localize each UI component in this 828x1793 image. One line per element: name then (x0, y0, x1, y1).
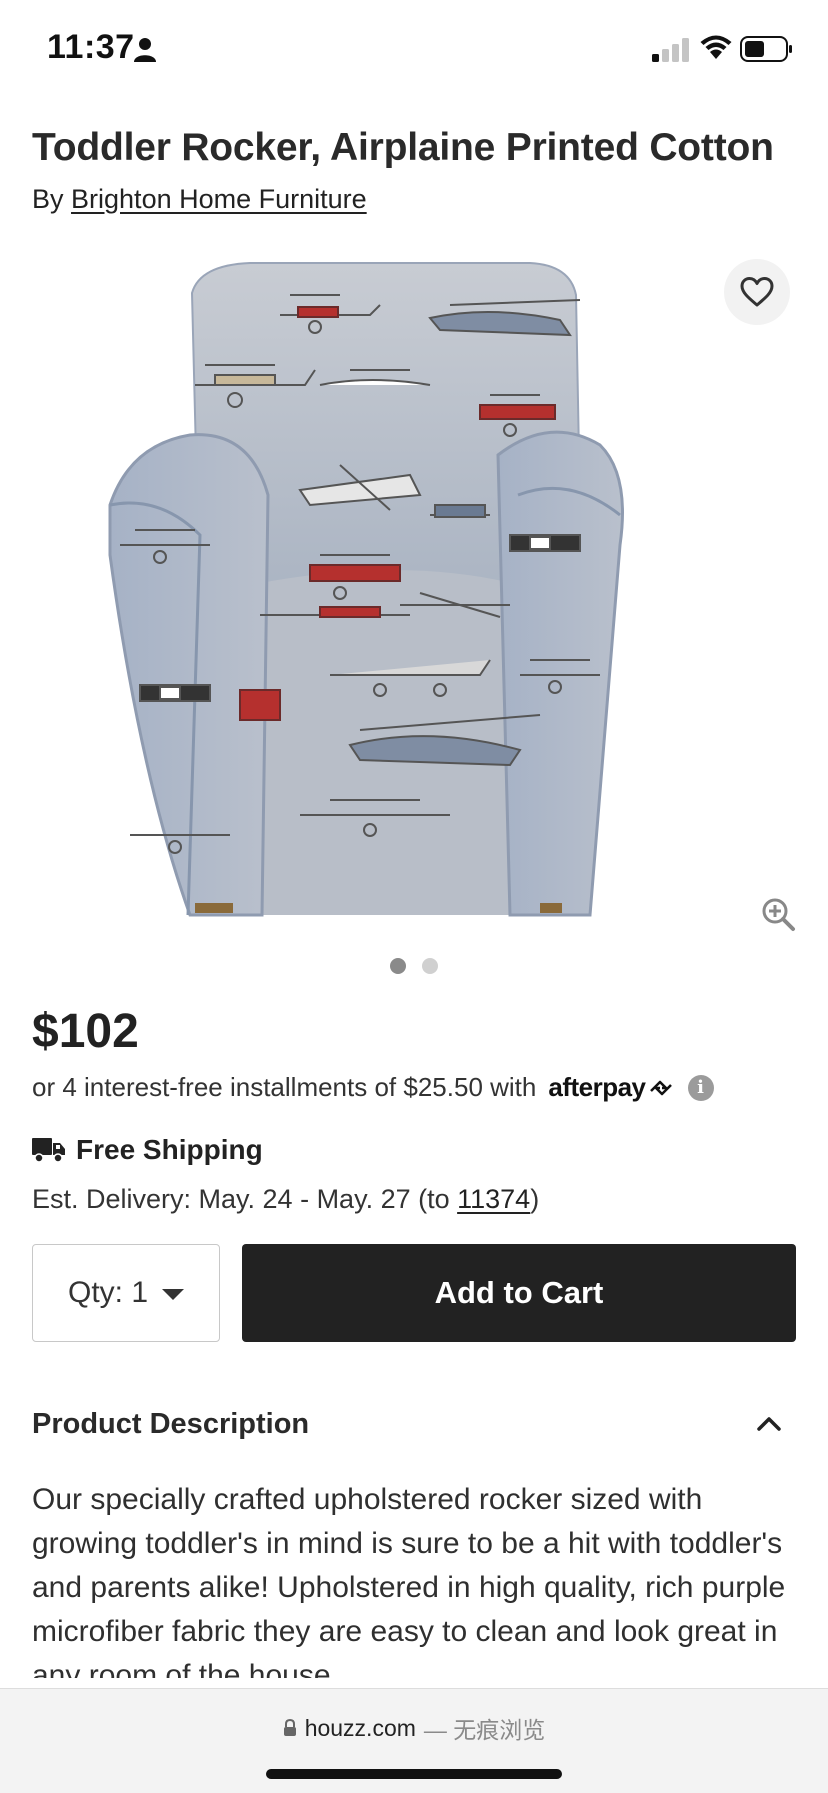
zip-code-link[interactable]: 11374 (457, 1184, 530, 1214)
heart-icon (740, 277, 774, 307)
gallery-pagination (390, 958, 438, 974)
caret-down-icon (162, 1289, 185, 1300)
afterpay-arrows-icon (649, 1080, 672, 1095)
description-heading[interactable]: Product Description (32, 1408, 309, 1441)
afterpay-label: afterpay (548, 1072, 646, 1102)
shipping-line: Free Shipping (32, 1134, 263, 1166)
description-text: Our specially crafted upholstered rocker… (32, 1483, 786, 1678)
battery-icon (740, 36, 792, 62)
browser-bottom-bar: houzz.com — 无痕浏览 (0, 1688, 828, 1793)
home-indicator[interactable] (266, 1769, 562, 1779)
installments-text: or 4 interest-free installments of $25.5… (32, 1072, 537, 1102)
info-icon[interactable]: i (687, 1074, 714, 1101)
add-to-cart-button[interactable]: Add to Cart (242, 1244, 796, 1342)
brand-link[interactable]: Brighton Home Furniture (71, 184, 367, 214)
quantity-label: Qty: 1 (67, 1276, 149, 1309)
product-image[interactable] (100, 255, 728, 935)
status-time: 11:37 (47, 28, 135, 66)
delivery-estimate: Est. Delivery: May. 24 - May. 27 (to 113… (32, 1184, 539, 1215)
zoom-in-icon[interactable] (760, 896, 796, 932)
product-title: Toddler Rocker, Airplaine Printed Cotton (32, 126, 774, 169)
lock-icon (283, 1719, 296, 1736)
person-icon (134, 38, 156, 62)
private-mode-label: — 无痕浏览 (423, 1717, 546, 1743)
gallery-dot-1[interactable] (390, 958, 406, 974)
url-domain: houzz.com (304, 1714, 416, 1741)
installments-line: or 4 interest-free installments of $25.5… (32, 1072, 714, 1103)
by-prefix: By (32, 184, 64, 214)
delivery-prefix: Est. Delivery: May. 24 - May. 27 (to (32, 1184, 458, 1214)
chevron-up-icon[interactable] (756, 1414, 782, 1432)
delivery-suffix: ) (530, 1184, 540, 1214)
cellular-signal-icon (652, 38, 689, 62)
wifi-icon (700, 35, 732, 59)
favorite-button[interactable] (724, 259, 790, 325)
byline: By Brighton Home Furniture (32, 184, 367, 215)
afterpay-logo: afterpay (548, 1072, 673, 1103)
gallery-dot-2[interactable] (422, 958, 438, 974)
status-bar: 11:37 (0, 0, 828, 100)
quantity-select[interactable]: Qty: 1 (32, 1244, 220, 1342)
address-bar[interactable]: houzz.com — 无痕浏览 (0, 1711, 828, 1745)
price: $102 (32, 1005, 139, 1058)
shipping-label: Free Shipping (76, 1134, 263, 1165)
truck-icon (32, 1138, 65, 1163)
